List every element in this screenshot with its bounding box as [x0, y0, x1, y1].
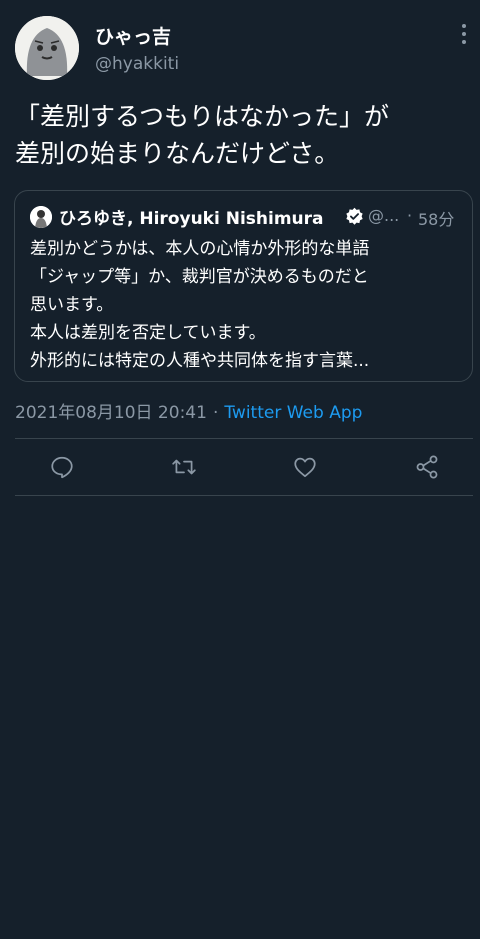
- retweet-button[interactable]: [171, 454, 197, 480]
- quoted-text-line: 外形的には特定の人種や共同体を指す言葉...: [30, 351, 370, 371]
- like-button[interactable]: [292, 454, 318, 480]
- share-button[interactable]: [414, 454, 440, 480]
- quoted-text-line: 差別かどうかは、本人の心情か外形的な単語: [30, 239, 370, 259]
- quoted-text-line: 本人は差別を否定しています。: [30, 323, 266, 343]
- tweet-source-link[interactable]: Twitter Web App: [224, 403, 362, 423]
- meta-separator: ·: [212, 403, 219, 423]
- tweet-header: ひゃっ吉 @hyakkiti: [0, 0, 480, 90]
- tweet-timestamp[interactable]: 2021年08月10日 20:41: [15, 403, 207, 423]
- author-handle[interactable]: @hyakkiti: [95, 54, 179, 74]
- reply-button[interactable]: [49, 454, 75, 480]
- quoted-display-name: ひろゆき, Hiroyuki Nishimura: [59, 209, 324, 229]
- reply-icon: [51, 456, 73, 479]
- verified-icon: [345, 207, 364, 226]
- tweet-text: 「差別するつもりはなかった」が 差別の始まりなんだけどさ。: [15, 102, 390, 168]
- quoted-tweet-text: 差別かどうかは、本人の心情か外形的な単語 「ジャップ等」か、裁判官が決めるものだ…: [30, 235, 460, 375]
- quoted-text-line: 「ジャップ等」か、裁判官が決めるものだと: [30, 267, 369, 287]
- retweet-icon: [172, 459, 196, 475]
- quoted-handle: @...: [368, 206, 400, 225]
- quoted-tweet-card[interactable]: ひろゆき, Hiroyuki Nishimura @... · 58分 差別かど…: [14, 190, 473, 382]
- quoted-text-line: 思います。: [30, 295, 114, 315]
- divider: [15, 495, 473, 496]
- avatar[interactable]: [15, 16, 79, 80]
- quoted-separator: ·: [407, 206, 413, 225]
- action-bar: [0, 440, 480, 494]
- share-icon: [416, 455, 438, 479]
- quoted-avatar: [30, 206, 52, 228]
- tweet-meta: 2021年08月10日 20:41 · Twitter Web App: [15, 398, 362, 423]
- more-options-icon[interactable]: [456, 24, 472, 48]
- author-display-name[interactable]: ひゃっ吉: [95, 22, 171, 49]
- divider: [15, 438, 473, 439]
- quoted-time: 58分: [418, 210, 455, 229]
- heart-icon: [294, 457, 316, 478]
